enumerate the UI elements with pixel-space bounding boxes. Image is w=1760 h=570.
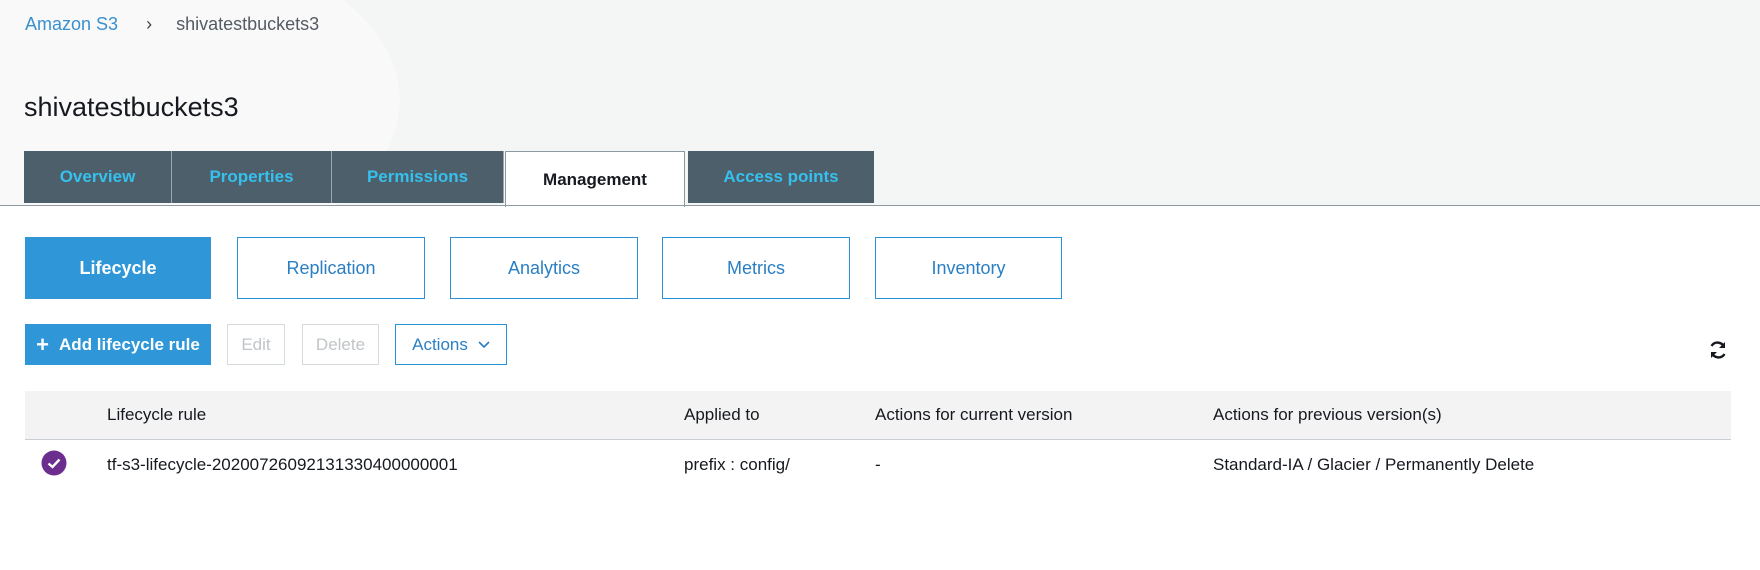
- cell-current-version-actions: -: [875, 455, 881, 474]
- subtab-analytics[interactable]: Analytics: [450, 237, 638, 299]
- chevron-down-icon: [478, 340, 490, 349]
- chevron-right-icon: ›: [146, 14, 153, 34]
- table-header: Lifecycle rule Applied to Actions for cu…: [25, 391, 1731, 440]
- breadcrumb: Amazon S3 › shivatestbuckets3: [25, 14, 319, 35]
- column-header-applied-to[interactable]: Applied to: [684, 405, 760, 425]
- plus-icon: +: [36, 331, 50, 357]
- add-lifecycle-rule-label: Add lifecycle rule: [59, 334, 200, 354]
- actions-dropdown[interactable]: Actions: [395, 324, 507, 365]
- subtab-inventory[interactable]: Inventory: [875, 237, 1062, 299]
- column-header-previous-version[interactable]: Actions for previous version(s): [1213, 405, 1442, 425]
- tab-divider: [0, 205, 1760, 206]
- breadcrumb-amazon-s3-link[interactable]: Amazon S3: [25, 14, 118, 35]
- tab-access-points[interactable]: Access points: [688, 151, 874, 203]
- page-title: shivatestbuckets3: [24, 92, 239, 122]
- tab-properties[interactable]: Properties: [172, 151, 332, 203]
- refresh-icon[interactable]: [1708, 340, 1728, 360]
- add-lifecycle-rule-button[interactable]: + Add lifecycle rule: [25, 324, 211, 365]
- tab-management[interactable]: Management: [505, 151, 685, 207]
- breadcrumb-current: shivatestbuckets3: [176, 14, 320, 34]
- tab-permissions[interactable]: Permissions: [332, 151, 504, 203]
- column-header-current-version[interactable]: Actions for current version: [875, 405, 1072, 425]
- cell-previous-version-actions: Standard-IA / Glacier / Permanently Dele…: [1213, 455, 1535, 474]
- delete-button[interactable]: Delete: [302, 324, 379, 365]
- subtab-metrics[interactable]: Metrics: [662, 237, 850, 299]
- subtab-replication[interactable]: Replication: [237, 237, 425, 299]
- tab-overview[interactable]: Overview: [24, 151, 172, 203]
- column-header-lifecycle-rule[interactable]: Lifecycle rule: [107, 405, 206, 425]
- check-circle-icon[interactable]: [41, 450, 67, 476]
- table-row[interactable]: tf-s3-lifecycle-202007260921313304000000…: [25, 440, 1731, 490]
- cell-lifecycle-rule: tf-s3-lifecycle-202007260921313304000000…: [107, 455, 458, 474]
- actions-label: Actions: [412, 334, 468, 354]
- subtab-lifecycle[interactable]: Lifecycle: [25, 237, 211, 299]
- cell-applied-to: prefix : config/: [684, 455, 790, 474]
- edit-button[interactable]: Edit: [227, 324, 285, 365]
